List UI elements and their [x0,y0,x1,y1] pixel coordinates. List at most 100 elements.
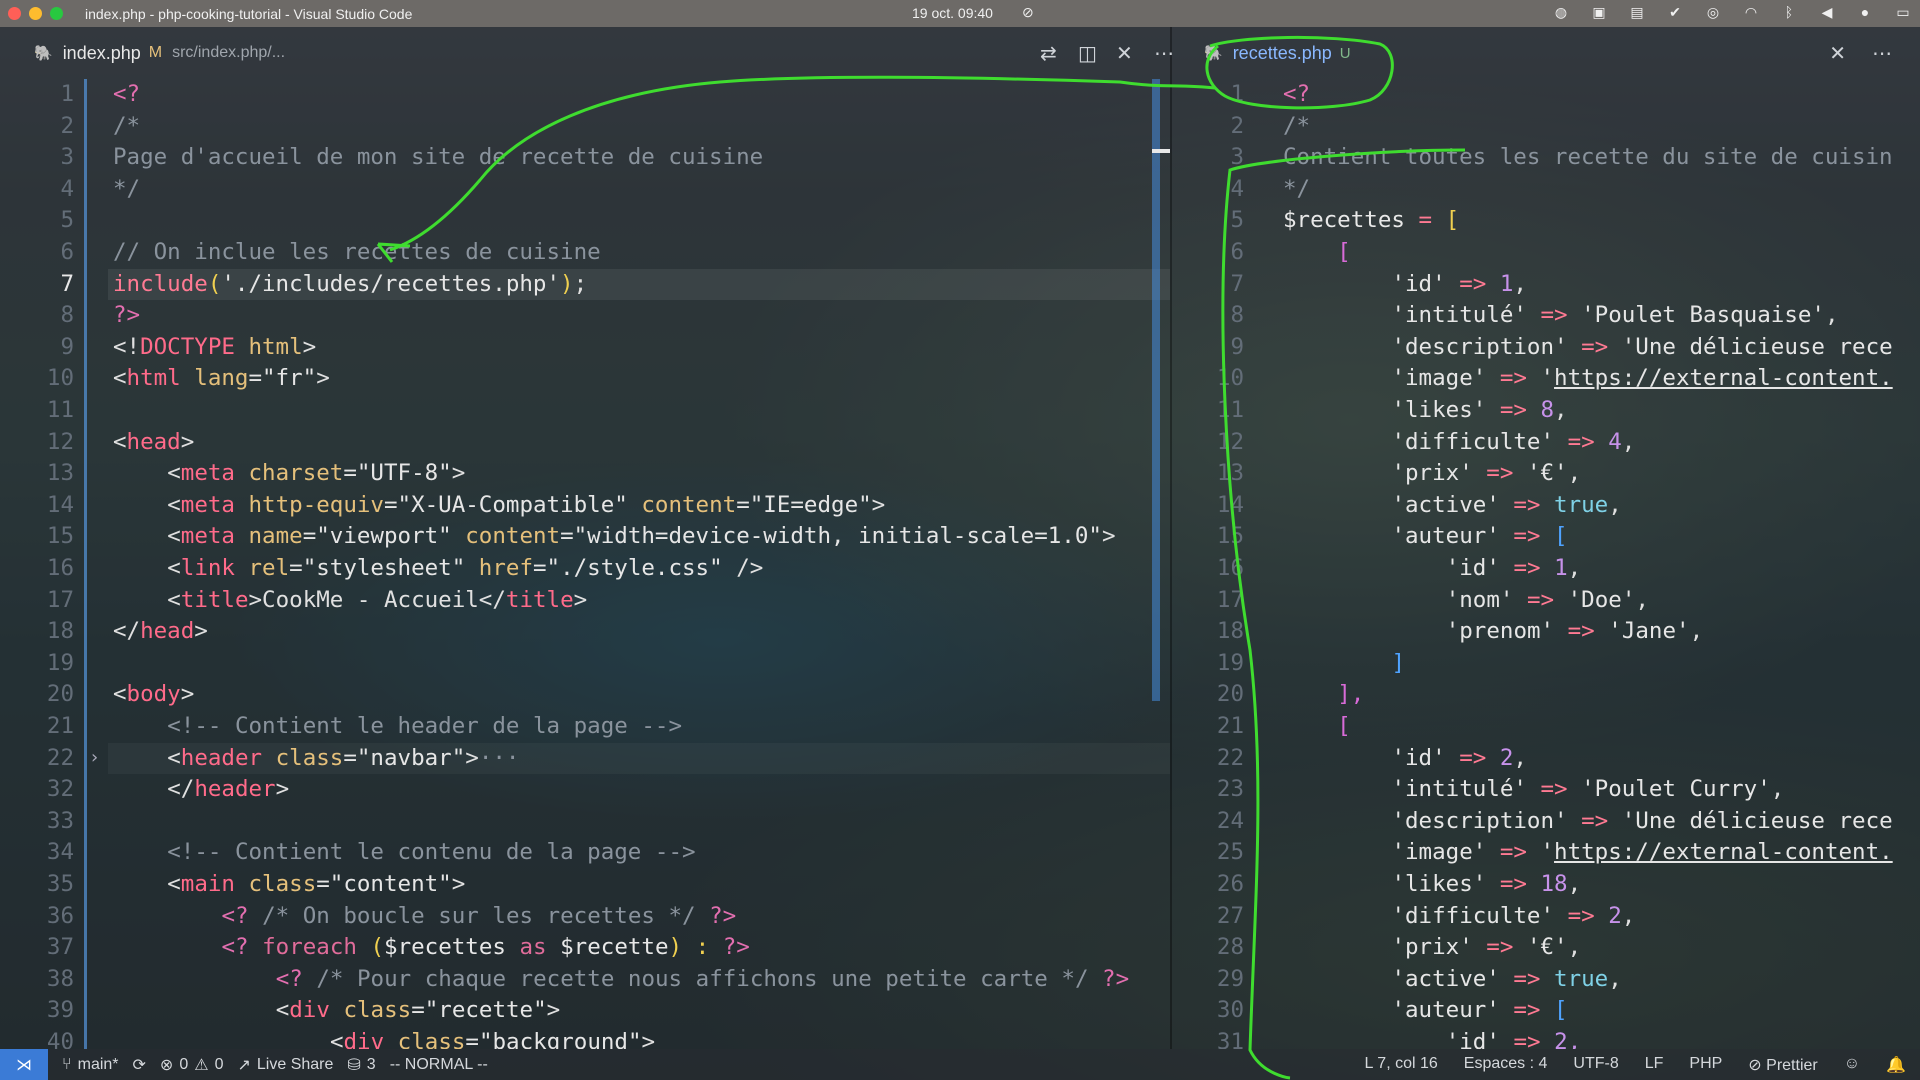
code-token: class [384,1029,466,1049]
line-number: 20 [1216,681,1244,708]
zoom-icon[interactable]: ▣ [1590,4,1608,21]
code-token: meta [180,523,235,550]
code-line: 'intitulé' => 'Poulet Curry', [1391,774,1784,806]
close-icon[interactable]: ✕ [1116,41,1133,65]
check-icon[interactable]: ✔ [1666,4,1684,21]
end-of-line[interactable]: LF [1645,1055,1664,1075]
code-token: > [871,491,886,518]
problems-indicator[interactable]: ⊗ 0 ⚠ 0 [160,1055,224,1075]
do-not-disturb-icon[interactable]: ⊘ [1022,4,1034,21]
code-line: 'likes' => 8, [1391,395,1567,427]
chevron-right-icon[interactable]: › [89,747,100,768]
code-token: div [289,997,330,1024]
prettier-status[interactable]: ⊘ Prettier [1748,1055,1817,1075]
code-token: , [1513,270,1527,297]
code-line: <title>CookMe - Accueil</title> [167,585,587,617]
line-number: 31 [1216,1029,1244,1049]
database-indicator[interactable]: ⛁ 3 [347,1055,375,1075]
right-editor-pane[interactable]: 1 <? 2 /* 3 Contient toutes les recette du si… [1172,79,1920,1049]
code-token: 'active' [1391,491,1500,518]
code-line: 'id' => 2, [1446,1027,1581,1049]
feedback-icon[interactable]: ☺ [1844,1055,1860,1075]
remote-indicator-icon[interactable]: ⋊ [0,1049,48,1080]
code-token: 1 [1554,555,1568,581]
tab-index-php[interactable]: 🐘 index.php M src/index.php/... [34,43,285,64]
code-line: // On inclue les recettes de cuisine [113,237,601,269]
code-line: <main class="content"> [167,869,465,901]
tab-filename: recettes.php [1232,42,1332,63]
compare-changes-icon[interactable]: ⇄ [1040,41,1057,65]
code-token: , [1689,618,1704,645]
code-token: <? [221,902,249,929]
split-editor-icon[interactable]: ◫ [1078,41,1097,65]
code-token: ="viewport" [302,523,452,550]
code-line: 'prix' => '€', [1391,458,1581,490]
wifi-icon[interactable]: ◠ [1742,4,1760,21]
line-number: 13 [1216,460,1244,487]
code-token: rel [234,555,290,581]
battery-icon[interactable]: ▭ [1894,4,1912,21]
status-bar: ⋊ ⑂ main* ⟳ ⊗ 0 ⚠ 0 ↗ Live Share ⛁ 3 -- … [0,1049,1920,1080]
code-token: './includes/recettes.php' [221,270,561,297]
screen-icon[interactable]: ◍ [1552,4,1570,21]
code-token: html [234,333,303,360]
line-number: 39 [46,997,74,1024]
minimize-window-button[interactable] [29,7,42,20]
live-share-button[interactable]: ↗ Live Share [237,1055,333,1075]
code-token: > [180,428,195,455]
error-count: 0 [179,1055,189,1073]
bluetooth-icon[interactable]: ᛒ [1780,4,1798,21]
code-line: ], [1337,679,1364,711]
line-number: 22 [1216,744,1244,771]
code-token: <? [221,934,249,961]
tab-path: src/index.php/... [172,44,286,61]
code-token: < [167,555,181,581]
line-number: 11 [46,397,74,423]
editor-split-divider[interactable] [1170,27,1172,1049]
line-number: 18 [1216,618,1244,645]
more-icon[interactable]: ⋯ [1154,41,1174,65]
line-number: 15 [1216,523,1244,550]
scrollbar-thumb[interactable] [1152,79,1160,701]
git-change-gutter [84,79,87,1049]
code-line: <header class="navbar">··· [167,743,519,775]
encoding[interactable]: UTF-8 [1573,1055,1618,1075]
close-window-button[interactable] [8,7,21,20]
code-line: <body> [113,679,194,711]
left-editor-pane[interactable]: › 1 <? 2 /* 3 Page d'accueil de mon site de r… [0,79,1170,1049]
circle-icon[interactable]: ◎ [1704,4,1722,21]
line-number: 8 [60,302,74,329]
database-icon: ⛁ [347,1056,361,1074]
branch-indicator[interactable]: ⑂ main* [62,1056,119,1074]
language-mode[interactable]: PHP [1689,1055,1722,1075]
code-line: ] [1391,648,1405,680]
code-token: > [194,618,208,645]
code-token: head [140,618,195,645]
line-number: 23 [1216,776,1244,803]
indentation[interactable]: Espaces : 4 [1464,1055,1548,1075]
code-token: , [1770,776,1785,803]
maximize-window-button[interactable] [50,7,63,20]
tab-recettes-php[interactable]: 🐘 recettes.php U [1204,43,1351,64]
line-number: 15 [46,523,74,550]
notifications-bell-icon[interactable]: 🔔 [1886,1055,1906,1075]
cursor-position[interactable]: L 7, col 16 [1365,1055,1438,1075]
line-number: 19 [1216,649,1244,676]
code-line: 'image' => 'https://external-content. [1391,837,1892,869]
code-token: <? [1283,81,1311,107]
sync-button[interactable]: ⟳ [133,1055,146,1075]
code-line: <!DOCTYPE html> [113,332,316,364]
app-icon[interactable]: ▤ [1628,4,1646,21]
warning-icon: ⚠ [194,1056,209,1074]
code-token: <!-- Contient le header de la page --> [167,713,682,739]
mic-icon[interactable]: ● [1856,4,1874,21]
line-number: 20 [46,681,74,708]
code-token: 'auteur' [1391,523,1500,550]
volume-icon[interactable]: ◀ [1818,4,1836,21]
code-line: 'active' => true, [1391,964,1621,996]
code-token: < [113,681,127,708]
code-token: ="recette" [411,997,547,1024]
line-number: 9 [1230,333,1244,360]
close-icon[interactable]: ✕ [1829,41,1846,65]
more-icon[interactable]: ⋯ [1872,41,1892,65]
